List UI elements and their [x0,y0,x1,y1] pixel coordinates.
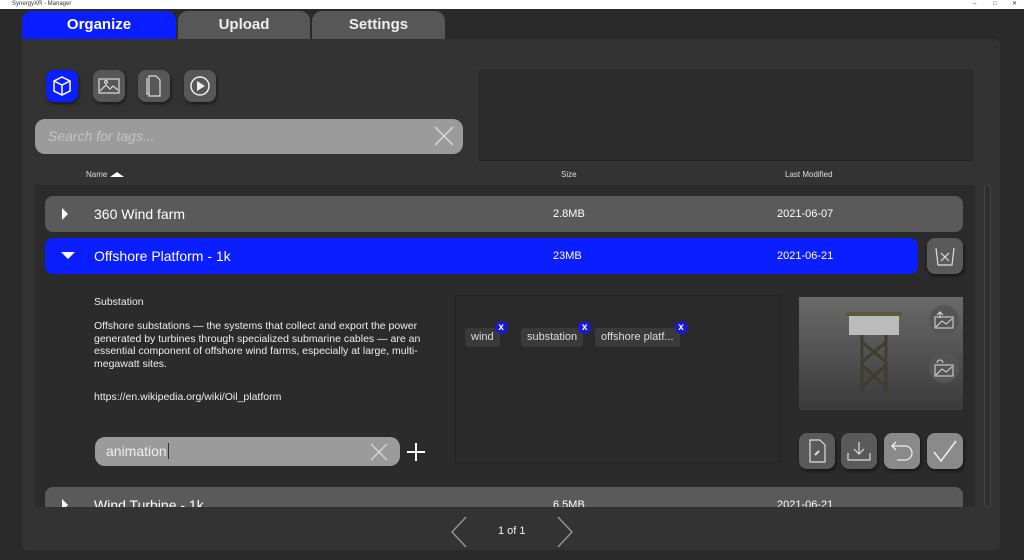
add-tag-input[interactable]: animation [95,437,400,466]
tag-label: offshore platf... [601,331,674,343]
tag-chip: offshore platf... x [595,321,688,347]
download-button[interactable] [841,433,877,469]
platform-image [846,312,902,392]
cube-icon [53,76,71,96]
copy-link-button[interactable] [799,433,835,469]
play-icon [190,76,210,96]
minimize-button[interactable]: – [973,0,976,9]
tag-label: substation [527,331,578,343]
asset-row[interactable]: Wind Turbine - 1k 6.5MB 2021-06-21 [45,487,963,507]
tag-list [455,295,781,463]
undo-button[interactable] [884,433,920,469]
undo-icon [891,441,913,461]
column-modified-header[interactable]: Last Modified [785,170,833,179]
document-icon [146,75,161,97]
save-button[interactable] [927,433,963,469]
filter-document-button[interactable] [138,70,170,102]
upload-thumbnail-button[interactable] [929,305,959,335]
title-bar: SynergyXR - Manager – □ ✕ [0,0,1024,9]
clear-tag-input-icon[interactable] [370,443,388,461]
file-link-icon [809,439,826,463]
search-placeholder: Search for tags... [48,128,155,144]
asset-modified: 2021-06-07 [777,208,834,220]
tag-chip: wind x [465,321,508,347]
asset-name: Wind Turbine - 1k [94,497,204,507]
preview-area [479,70,973,161]
upload-image-icon [934,311,954,329]
asset-link[interactable]: https://en.wikipedia.org/wiki/Oil_platfo… [94,391,281,404]
asset-row-selected[interactable]: Offshore Platform - 1k 23MB 2021-06-21 [45,238,918,274]
refresh-thumbnail-button[interactable] [929,353,959,383]
asset-thumbnail [799,297,963,410]
sort-ascending-icon [109,172,124,177]
tag-input-value: animation [106,443,167,459]
asset-description: Offshore substations — the systems that … [94,320,421,370]
tab-upload[interactable]: Upload [178,11,310,39]
download-icon [847,442,871,461]
tag-search-input[interactable]: Search for tags... [35,119,463,154]
image-icon [98,78,120,94]
column-name-header[interactable]: Name [86,170,124,179]
asset-list: 360 Wind farm 2.8MB 2021-06-07 Offshore … [35,185,975,507]
asset-row[interactable]: 360 Wind farm 2.8MB 2021-06-07 [45,196,963,232]
previous-page-button[interactable] [450,516,468,548]
column-name-label: Name [86,170,108,179]
add-tag-button[interactable] [406,442,426,462]
close-window-button[interactable]: ✕ [1012,0,1017,9]
filter-video-button[interactable] [184,70,216,102]
expand-arrow-icon[interactable] [61,207,69,221]
asset-title: Substation [94,296,144,308]
next-page-button[interactable] [556,516,574,548]
filter-3d-button[interactable] [46,70,78,102]
column-size-header[interactable]: Size [561,170,577,179]
tag-label: wind [471,331,494,343]
asset-modified: 2021-06-21 [777,499,834,507]
maximize-button[interactable]: □ [993,0,997,9]
asset-size: 2.8MB [553,208,585,220]
delete-button[interactable] [927,238,963,274]
remove-tag-icon[interactable]: x [494,321,508,334]
remove-tag-icon[interactable]: x [674,321,688,334]
checkmark-icon [933,440,957,463]
asset-modified: 2021-06-21 [777,250,834,262]
refresh-image-icon [934,359,954,377]
trash-icon [935,247,955,266]
tag-chip: substation x [521,321,592,347]
tab-settings[interactable]: Settings [312,11,445,39]
filter-image-button[interactable] [93,70,125,102]
asset-name: 360 Wind farm [94,206,186,222]
page-indicator: 1 of 1 [498,525,526,537]
expand-arrow-icon[interactable] [61,498,69,507]
clear-search-icon[interactable] [434,126,454,146]
asset-size: 23MB [553,250,582,262]
tab-organize[interactable]: Organize [22,11,176,39]
asset-size: 6.5MB [553,499,585,507]
collapse-arrow-icon[interactable] [61,251,75,261]
window-title: SynergyXR - Manager [12,1,72,7]
asset-name: Offshore Platform - 1k [94,248,231,264]
list-scrollbar[interactable] [984,185,991,507]
